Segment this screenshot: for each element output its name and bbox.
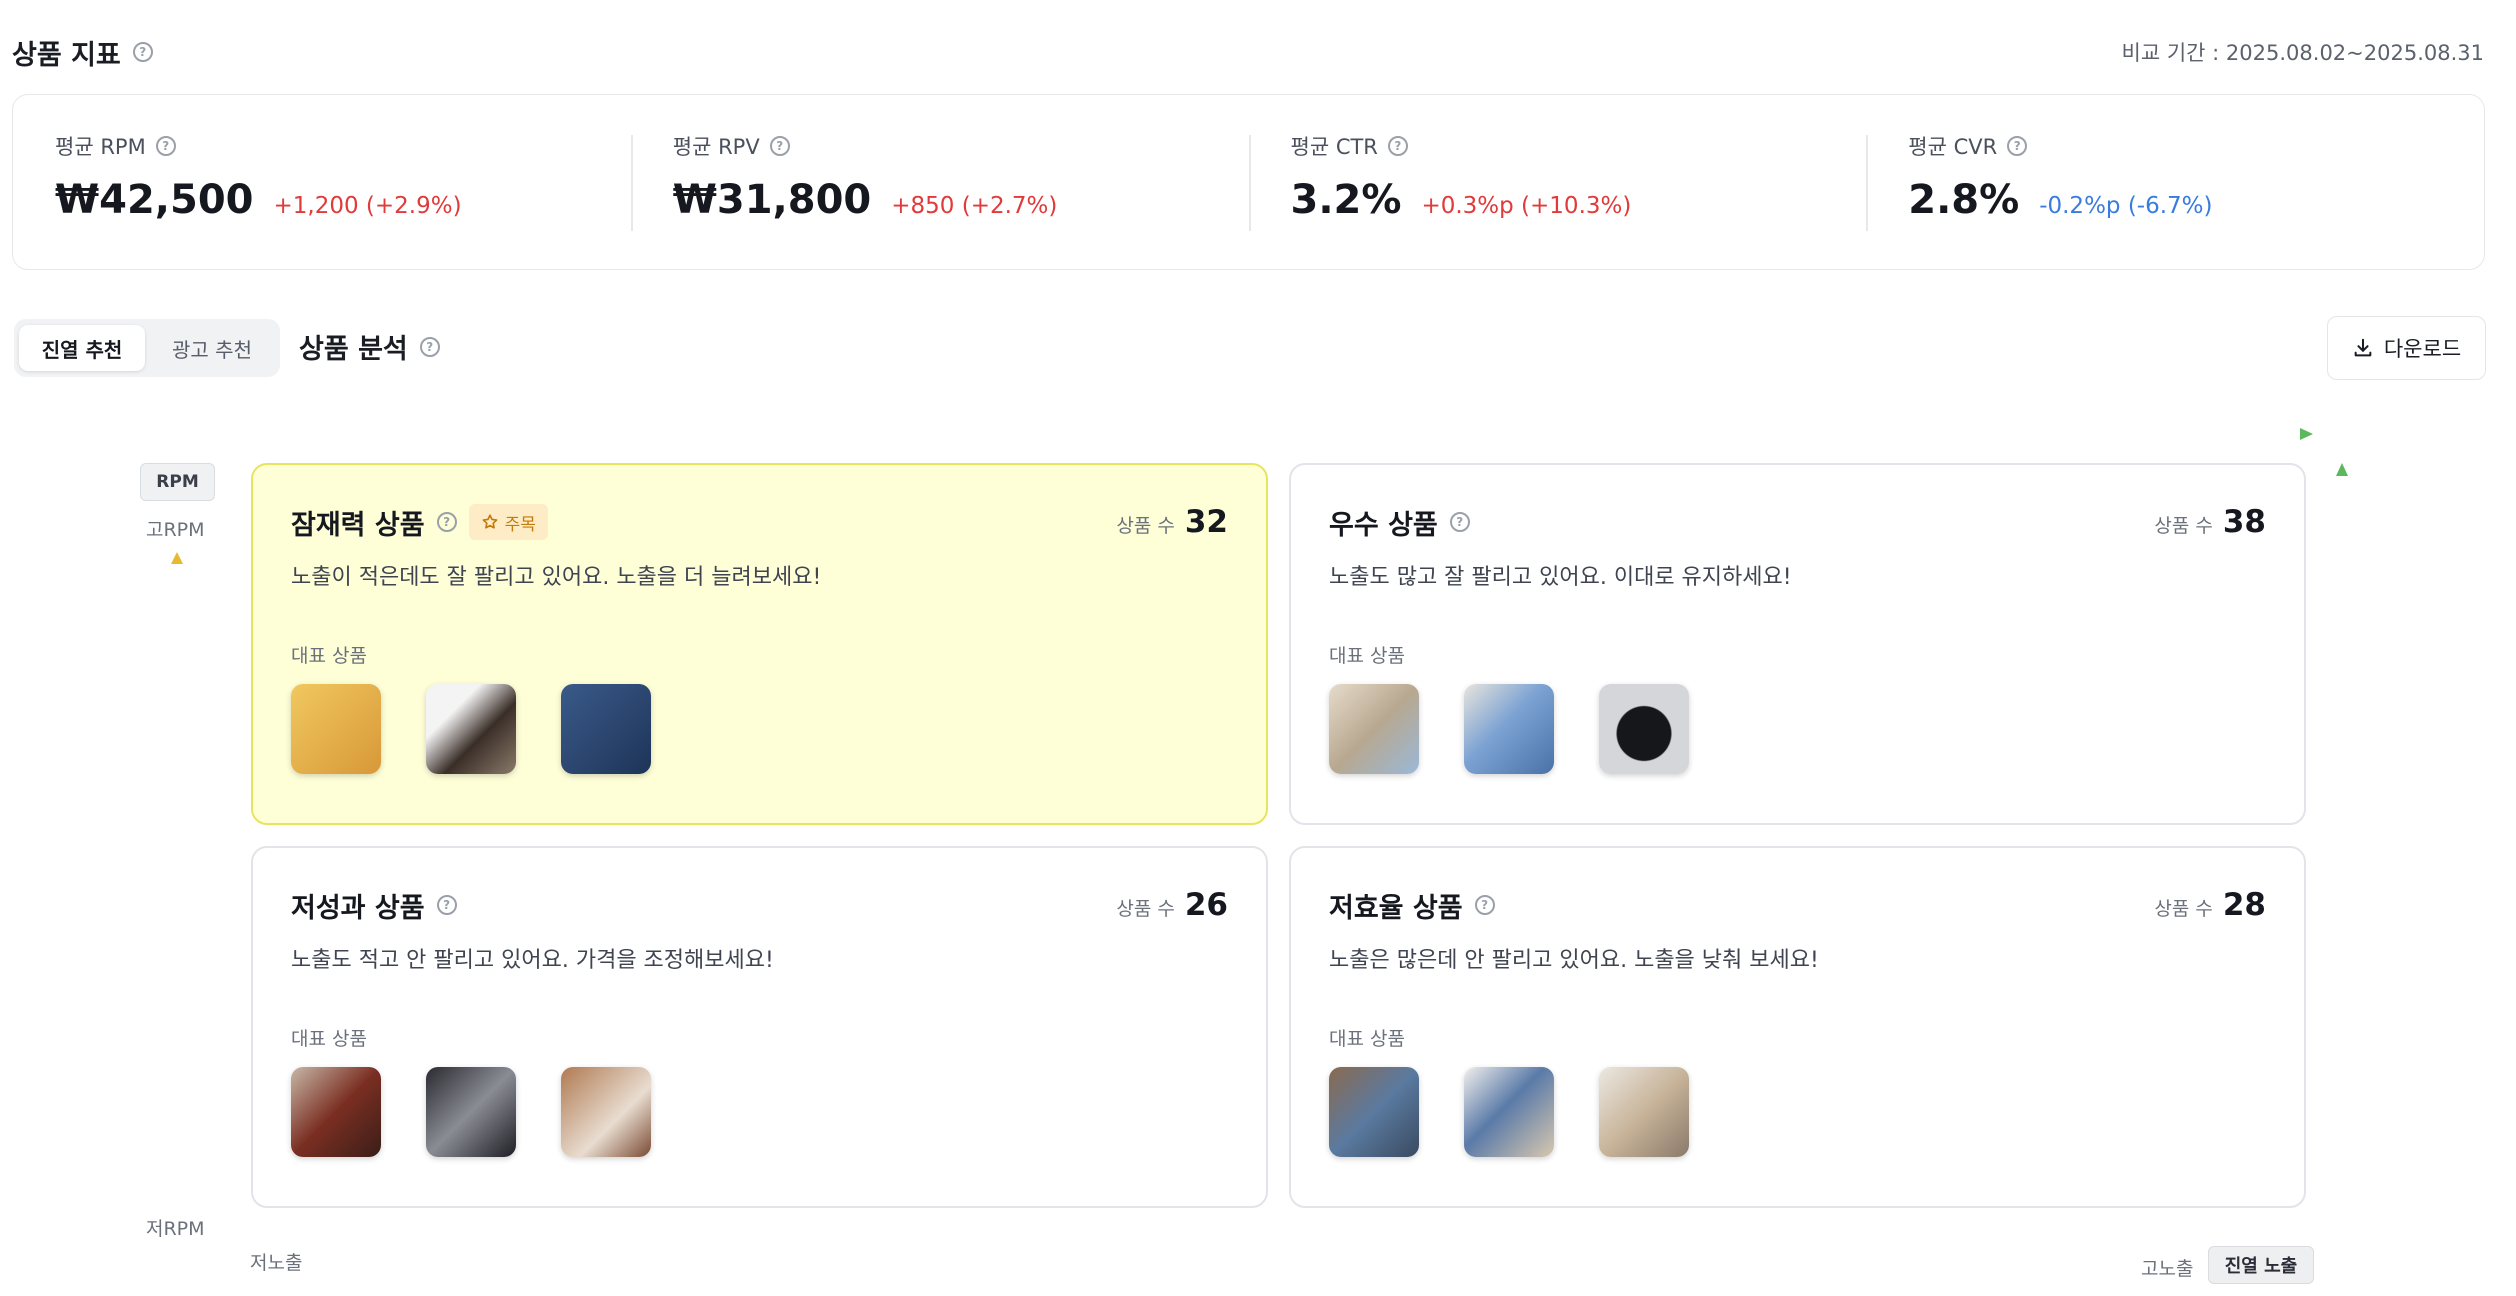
product-thumbnail[interactable]: [291, 684, 381, 774]
product-thumbnail[interactable]: [1464, 684, 1554, 774]
product-count: 상품 수 32: [1116, 504, 1228, 540]
product-thumbnail[interactable]: [426, 684, 516, 774]
product-thumbnail[interactable]: [561, 1067, 651, 1157]
quadrant-title: 우수 상품: [1329, 509, 1438, 541]
representative-products: [1329, 1067, 2266, 1157]
quadrant-description: 노출도 적고 안 팔리고 있어요. 가격을 조정해보세요!: [291, 948, 774, 973]
product-thumbnail[interactable]: [1329, 1067, 1419, 1157]
star-icon: [482, 514, 498, 529]
representative-label: 대표 상품: [1329, 645, 1405, 667]
product-thumbnail[interactable]: [1329, 684, 1419, 774]
count-value: 28: [2222, 887, 2266, 923]
quadrant-potential[interactable]: 잠재력 상품 ? 주목 상품 수 32 노출이 적은데도 잘 팔리고 있어요. …: [251, 463, 1268, 825]
quadrant-low-efficiency[interactable]: 저효율 상품 ? 상품 수 28 노출은 많은데 안 팔리고 있어요. 노출을 …: [1289, 846, 2306, 1208]
y-axis-high-label: 고RPM: [146, 519, 205, 541]
help-icon[interactable]: ?: [1474, 895, 1495, 915]
quadrant-title: 잠재력 상품: [291, 509, 425, 541]
quadrant-excellent[interactable]: 우수 상품 ? 상품 수 38 노출도 많고 잘 팔리고 있어요. 이대로 유지…: [1289, 463, 2306, 825]
representative-products: [291, 684, 1228, 774]
help-icon[interactable]: ?: [436, 895, 457, 915]
product-thumbnail[interactable]: [291, 1067, 381, 1157]
product-count: 상품 수 28: [2154, 887, 2266, 923]
help-icon[interactable]: ?: [436, 512, 457, 532]
product-thumbnail[interactable]: [426, 1067, 516, 1157]
quadrant-title: 저성과 상품: [291, 892, 425, 924]
count-label: 상품 수: [2154, 898, 2213, 920]
count-label: 상품 수: [1116, 515, 1175, 537]
representative-label: 대표 상품: [291, 1028, 367, 1050]
representative-label: 대표 상품: [291, 645, 367, 667]
y-axis-low-label: 저RPM: [146, 1218, 205, 1240]
x-axis-low-label: 저노출: [250, 1252, 303, 1274]
product-thumbnail[interactable]: [1464, 1067, 1554, 1157]
y-axis-badge: RPM: [140, 463, 215, 501]
quadrant-description: 노출은 많은데 안 팔리고 있어요. 노출을 낮춰 보세요!: [1329, 948, 1819, 973]
count-label: 상품 수: [1116, 898, 1175, 920]
highlight-badge: 주목: [468, 504, 548, 540]
quadrant-description: 노출도 많고 잘 팔리고 있어요. 이대로 유지하세요!: [1329, 565, 1792, 590]
product-count: 상품 수 38: [2154, 504, 2266, 540]
count-value: 38: [2222, 504, 2266, 540]
product-thumbnail[interactable]: [561, 684, 651, 774]
product-thumbnail[interactable]: [1599, 684, 1689, 774]
quadrant-description: 노출이 적은데도 잘 팔리고 있어요. 노출을 더 늘려보세요!: [291, 565, 822, 590]
x-axis-badge: 진열 노출: [2208, 1246, 2314, 1284]
representative-products: [1329, 684, 2266, 774]
x-axis-high-label: 고노출: [2141, 1258, 2194, 1280]
count-label: 상품 수: [2154, 515, 2213, 537]
count-value: 32: [1184, 504, 1228, 540]
product-thumbnail[interactable]: [1599, 1067, 1689, 1157]
count-value: 26: [1184, 887, 1228, 923]
help-icon[interactable]: ?: [1449, 512, 1470, 532]
representative-label: 대표 상품: [1329, 1028, 1405, 1050]
highlight-badge-label: 주목: [504, 514, 536, 535]
quadrant-title: 저효율 상품: [1329, 892, 1463, 924]
product-count: 상품 수 26: [1116, 887, 1228, 923]
representative-products: [291, 1067, 1228, 1157]
quadrant-low-performance[interactable]: 저성과 상품 ? 상품 수 26 노출도 적고 안 팔리고 있어요. 가격을 조…: [251, 846, 1268, 1208]
